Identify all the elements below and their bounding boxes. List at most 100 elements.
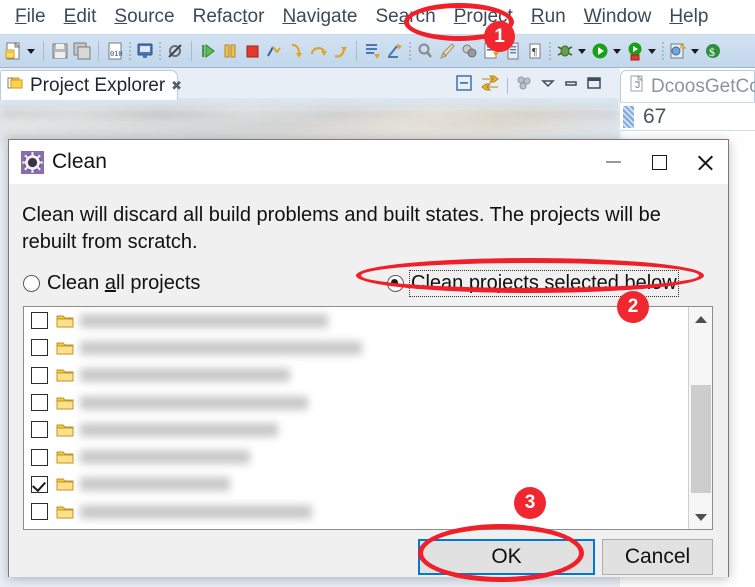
list-item[interactable]: [24, 389, 689, 416]
step-over-icon[interactable]: [308, 40, 328, 62]
menu-item-navigate[interactable]: Navigate: [273, 6, 366, 28]
run-icon[interactable]: [590, 40, 610, 62]
search-icon[interactable]: [415, 40, 435, 62]
scrollbar-thumb[interactable]: [691, 385, 711, 493]
menu-item-project[interactable]: Project: [445, 6, 522, 28]
list-item[interactable]: [24, 307, 689, 334]
minimize-icon[interactable]: [590, 140, 636, 184]
menu-item-help[interactable]: Help: [660, 6, 717, 28]
run-dropdown-icon[interactable]: [611, 40, 622, 62]
suspend-icon[interactable]: [220, 40, 240, 62]
radio-indicator: [23, 275, 40, 292]
step-return-icon[interactable]: [330, 40, 350, 62]
screenshot-root: File Edit Source Refactor Navigate Searc…: [0, 0, 755, 587]
collapse-all-icon[interactable]: [455, 74, 473, 97]
project-checkbox[interactable]: [31, 448, 48, 466]
toolbar-separator: [191, 41, 192, 61]
menu-item-edit[interactable]: Edit: [55, 6, 106, 28]
ok-button[interactable]: OK: [418, 539, 595, 575]
project-list[interactable]: [23, 306, 713, 530]
project-name: [80, 395, 308, 410]
run-external-dropdown-icon[interactable]: [646, 40, 657, 62]
previous-annotation-icon[interactable]: [385, 40, 405, 62]
project-folder-icon: [56, 449, 74, 465]
dialog-description: Clean will discard all build problems an…: [22, 204, 661, 253]
new-file-dropdown-icon[interactable]: [25, 40, 36, 62]
cancel-button[interactable]: Cancel: [602, 539, 713, 575]
list-item[interactable]: [24, 416, 689, 443]
project-folder-icon: [56, 504, 74, 520]
resume-icon[interactable]: [198, 40, 218, 62]
open-type-icon[interactable]: [481, 40, 501, 62]
project-checkbox[interactable]: [31, 421, 48, 439]
project-list-scrollbar[interactable]: [688, 307, 712, 529]
radio-label: Clean projects selected below: [409, 270, 679, 297]
project-checkbox[interactable]: [31, 366, 48, 384]
menu-item-source[interactable]: Source: [105, 6, 183, 28]
debug-bug-icon[interactable]: [555, 40, 575, 62]
console-icon[interactable]: [135, 40, 155, 62]
project-checkbox[interactable]: [31, 475, 48, 493]
radio-label: Clean all projects: [47, 272, 201, 294]
link-with-editor-icon[interactable]: [480, 74, 500, 97]
step-into-icon[interactable]: [286, 40, 306, 62]
project-checkbox[interactable]: [31, 503, 48, 521]
open-task-icon[interactable]: [503, 40, 523, 62]
menu-item-refactor[interactable]: Refactor: [184, 6, 274, 28]
format-brush-icon[interactable]: [437, 40, 457, 62]
view-menu-dots-icon[interactable]: [515, 74, 533, 97]
radio-clean-selected-projects[interactable]: Clean projects selected below: [387, 270, 679, 297]
menu-item-file[interactable]: File: [6, 6, 55, 28]
menu-bar: File Edit Source Refactor Navigate Searc…: [0, 0, 755, 34]
project-list-rows: [24, 307, 689, 529]
list-item[interactable]: [24, 498, 689, 525]
close-icon[interactable]: [682, 140, 728, 184]
skip-breakpoints-icon[interactable]: [165, 40, 185, 62]
project-explorer-view: Project Explorer ✖: [0, 68, 620, 138]
tab-project-explorer[interactable]: Project Explorer ✖: [0, 70, 182, 100]
list-item[interactable]: [24, 471, 689, 498]
save-icon[interactable]: [50, 40, 70, 62]
project-name: [80, 313, 328, 328]
maximize-view-icon[interactable]: [586, 75, 602, 96]
close-icon[interactable]: ✖: [171, 78, 182, 94]
project-folder-icon: [56, 313, 74, 329]
coverage-icon[interactable]: [459, 40, 479, 62]
maximize-icon[interactable]: [636, 140, 682, 184]
menu-item-window[interactable]: Window: [575, 6, 661, 28]
view-menu-icon[interactable]: [540, 75, 556, 96]
save-all-icon[interactable]: [72, 40, 92, 62]
project-checkbox[interactable]: [31, 394, 48, 412]
menu-item-search[interactable]: Search: [366, 6, 444, 28]
paragraph-icon[interactable]: ¶: [525, 40, 545, 62]
disconnect-icon[interactable]: [264, 40, 284, 62]
binary-file-icon[interactable]: 010: [105, 40, 125, 62]
tab-dcoosgetco[interactable]: DcoosGetCo: [620, 70, 755, 102]
run-external-icon[interactable]: [625, 40, 645, 62]
toolbar-dot-separator: [662, 42, 664, 60]
menu-item-run[interactable]: Run: [522, 6, 575, 28]
scroll-up-icon[interactable]: [689, 307, 712, 331]
debug-dropdown-icon[interactable]: [576, 40, 587, 62]
project-name: [80, 422, 278, 437]
toolbar-separator: [98, 41, 99, 61]
list-item[interactable]: [24, 362, 689, 389]
project-folder-icon: [56, 395, 74, 411]
new-file-icon[interactable]: [4, 40, 24, 62]
minimize-view-icon[interactable]: [563, 75, 579, 96]
list-item[interactable]: [24, 334, 689, 361]
terminate-icon[interactable]: [242, 40, 262, 62]
scroll-down-icon[interactable]: [689, 505, 712, 529]
dialog-title-bar[interactable]: Clean: [9, 140, 728, 184]
open-resource-icon[interactable]: $: [703, 40, 723, 62]
new-java-project-icon[interactable]: [668, 40, 688, 62]
radio-clean-all-projects[interactable]: Clean all projects: [23, 272, 200, 295]
toolbar-dot-separator: [549, 42, 551, 60]
project-checkbox[interactable]: [31, 312, 48, 330]
clean-dialog: Clean Clean will discard all build probl…: [8, 139, 729, 577]
next-annotation-icon[interactable]: [363, 40, 383, 62]
toolbar-dot-separator: [159, 42, 161, 60]
list-item[interactable]: [24, 443, 689, 470]
project-checkbox[interactable]: [31, 339, 48, 357]
new-java-project-dropdown-icon[interactable]: [689, 40, 700, 62]
